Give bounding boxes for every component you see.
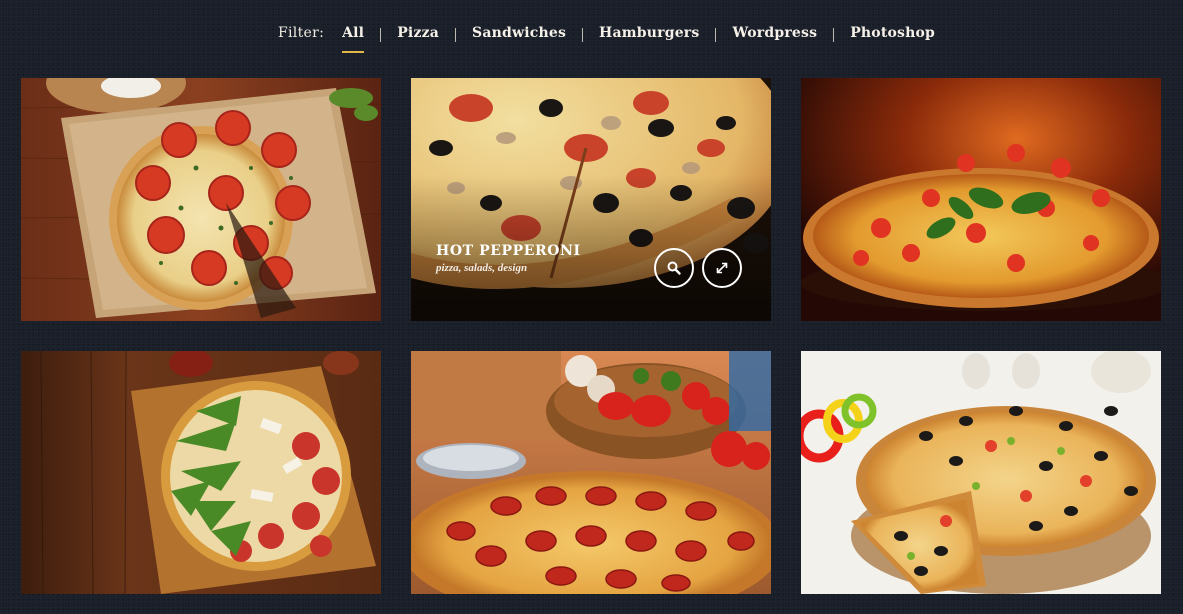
filter-divider xyxy=(715,28,717,42)
filter-label: Filter: xyxy=(278,25,325,41)
expand-icon xyxy=(716,262,728,274)
filter-hamburgers[interactable]: Hamburgers xyxy=(599,22,699,44)
item-caption: HOT PEPPERONI pizza, salads, design xyxy=(436,243,581,274)
filter-photoshop[interactable]: Photoshop xyxy=(850,22,935,44)
item-tags: pizza, salads, design xyxy=(436,262,528,274)
filter-bar: Filter: All Pizza Sandwiches Hamburgers … xyxy=(278,22,935,53)
filter-all[interactable]: All xyxy=(342,22,365,53)
pizza-image xyxy=(21,78,381,321)
expand-button[interactable] xyxy=(702,248,742,288)
portfolio-item[interactable] xyxy=(411,351,771,594)
portfolio-item-hot-pepperoni[interactable]: HOT PEPPERONI pizza, salads, design xyxy=(411,78,771,321)
portfolio-item[interactable] xyxy=(801,78,1161,321)
item-title[interactable]: HOT PEPPERONI xyxy=(436,243,581,259)
filter-divider xyxy=(582,28,584,42)
zoom-button[interactable] xyxy=(654,248,694,288)
filter-wordpress[interactable]: Wordpress xyxy=(732,22,817,44)
filter-divider xyxy=(380,28,382,42)
portfolio-item[interactable] xyxy=(21,78,381,321)
search-icon xyxy=(667,261,681,275)
filter-divider xyxy=(833,28,835,42)
pizza-image xyxy=(801,351,1161,594)
filter-pizza[interactable]: Pizza xyxy=(397,22,439,44)
filter-divider xyxy=(455,28,457,42)
portfolio-item[interactable] xyxy=(801,351,1161,594)
portfolio-item[interactable] xyxy=(21,351,381,594)
pizza-image xyxy=(801,78,1161,321)
filter-sandwiches[interactable]: Sandwiches xyxy=(472,22,566,44)
pizza-image xyxy=(21,351,381,594)
pizza-image xyxy=(411,351,771,594)
